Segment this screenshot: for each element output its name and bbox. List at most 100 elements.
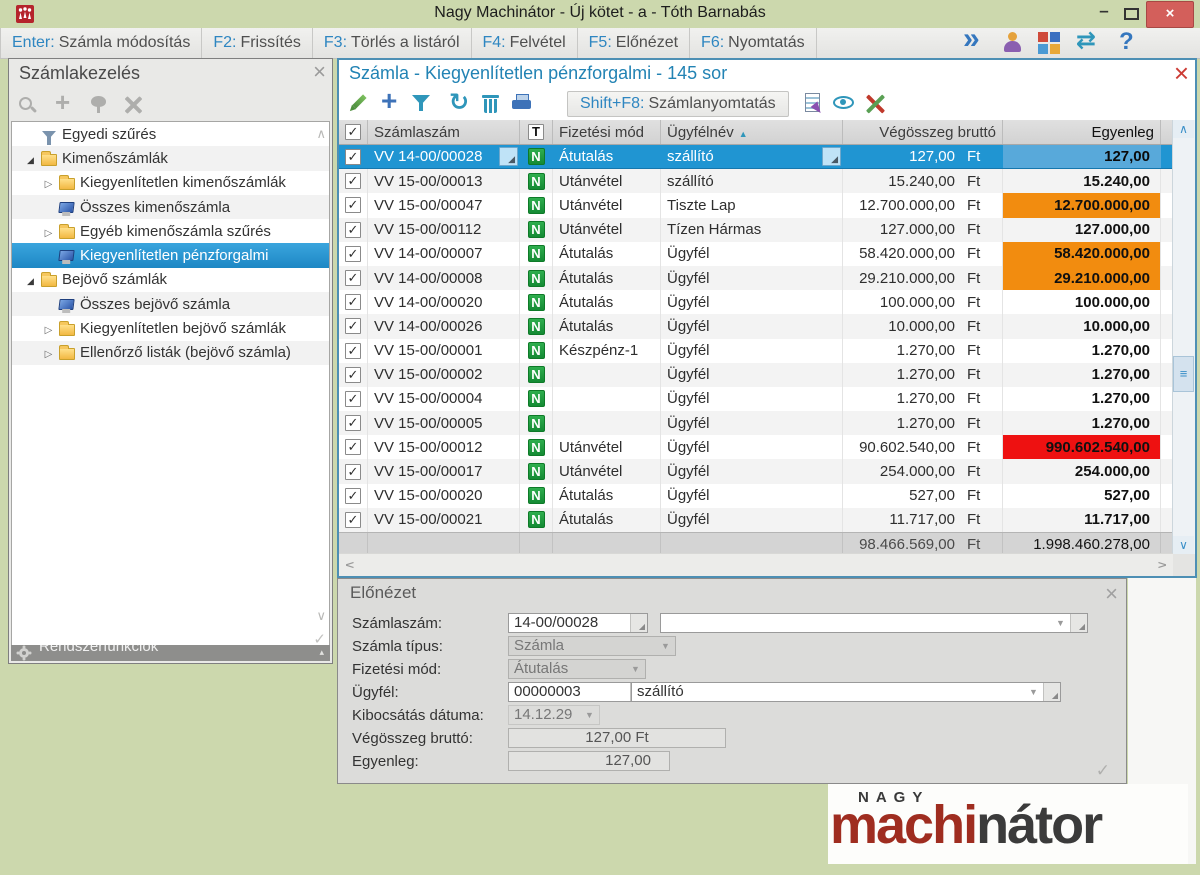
tree-scroll-up-icon[interactable]: ∧ (316, 126, 326, 142)
ugyfelnev-cell[interactable]: Ügyfél (661, 290, 843, 314)
szamlaszam-cell[interactable]: VV 14-00/00007 (368, 242, 520, 266)
dropdown-arrow-icon[interactable] (1025, 683, 1043, 701)
eye-icon[interactable] (832, 91, 858, 117)
fizetesi-mod-cell[interactable]: Utánvétel (553, 193, 661, 217)
add-icon[interactable] (52, 93, 76, 117)
refresh-icon[interactable] (447, 91, 473, 117)
row-checkbox[interactable] (345, 367, 361, 383)
function-button[interactable]: F2Frissítés (202, 28, 313, 58)
expander-closed-icon[interactable] (40, 320, 57, 337)
tree-icon[interactable] (87, 93, 111, 117)
fizetesi-mod-cell[interactable]: Utánvétel (553, 435, 661, 459)
delete-icon[interactable] (478, 91, 504, 117)
tools-off-icon[interactable] (863, 91, 889, 117)
table-row[interactable]: VV 15-00/00004NÜgyfél1.270,00Ft1.270,00 (339, 387, 1172, 411)
dropdown-corner-icon[interactable] (1070, 614, 1087, 632)
fizetesi-mod-cell[interactable]: Utánvétel (553, 218, 661, 242)
tree-item[interactable]: Összes kimenőszámla (12, 195, 329, 219)
szamlaszam-cell[interactable]: VV 14-00/00008 (368, 266, 520, 290)
table-row[interactable]: VV 15-00/00020NÁtutalásÜgyfél527,00Ft527… (339, 484, 1172, 508)
header-checkbox[interactable] (345, 124, 361, 140)
horizontal-scrollbar[interactable]: ∨ ∨ (339, 553, 1173, 576)
edit-icon[interactable] (347, 91, 373, 117)
expander-open-icon[interactable] (22, 271, 39, 288)
expander-closed-icon[interactable] (40, 174, 57, 191)
ugyfelnev-cell[interactable]: Ügyfél (661, 266, 843, 290)
search-icon[interactable] (17, 93, 41, 117)
fizetesi-mod-cell[interactable]: Átutalás (553, 145, 661, 168)
szamlaszam-cell[interactable]: VV 15-00/00047 (368, 193, 520, 217)
fizetesi-mod-select[interactable]: Átutalás (508, 659, 646, 679)
szamlaszam-cell[interactable]: VV 15-00/00004 (368, 387, 520, 411)
kibocsatas-datuma-select[interactable]: 14.12.29 (508, 705, 600, 725)
dropdown-arrow-icon[interactable] (657, 637, 675, 655)
print-icon[interactable] (509, 91, 535, 117)
header-vegosszeg[interactable]: Végösszeg bruttó (843, 120, 1003, 144)
fizetesi-mod-cell[interactable] (553, 411, 661, 435)
fizetesi-mod-cell[interactable]: Átutalás (553, 290, 661, 314)
ugyfelnev-cell[interactable]: Ügyfél (661, 363, 843, 387)
fizetesi-mod-cell[interactable]: Átutalás (553, 314, 661, 338)
ugyfelnev-cell[interactable]: Tízen Hármas (661, 218, 843, 242)
table-row[interactable]: VV 14-00/00028NÁtutalásszállító127,00Ft1… (339, 145, 1172, 169)
ugyfelnev-cell[interactable]: szállító (661, 169, 843, 193)
ugyfelnev-cell[interactable]: Ügyfél (661, 314, 843, 338)
ugyfel-code-input[interactable]: 00000003 (508, 682, 648, 702)
list-panel-close-icon[interactable]: × (1174, 60, 1189, 86)
header-egyenleg[interactable]: Egyenleg (1003, 120, 1161, 144)
tree-item[interactable]: Kiegyenlítetlen bejövő számlák (12, 316, 329, 340)
table-row[interactable]: VV 15-00/00012NUtánvételÜgyfél90.602.540… (339, 435, 1172, 459)
ugyfelnev-cell[interactable]: Ügyfél (661, 411, 843, 435)
function-button[interactable]: F6Nyomtatás (690, 28, 817, 58)
row-checkbox[interactable] (345, 415, 361, 431)
header-tipus[interactable]: T (520, 120, 553, 144)
szamla-tipus-select[interactable]: Számla (508, 636, 676, 656)
szamlaszam-name-combo[interactable] (660, 613, 1088, 633)
ugyfelnev-cell[interactable]: Ügyfél (661, 242, 843, 266)
ugyfel-name-combo[interactable]: szállító (631, 682, 1061, 702)
tools-icon[interactable] (122, 93, 146, 117)
header-ugyfelnev[interactable]: Ügyfélnév (661, 120, 843, 144)
szamlaszam-cell[interactable]: VV 15-00/00017 (368, 459, 520, 483)
sidebar-bottom-bar[interactable]: Rendszerfunkciók ▴ (11, 645, 330, 661)
ugyfelnev-cell[interactable]: Ügyfél (661, 387, 843, 411)
sidebar-close-icon[interactable]: × (313, 61, 326, 83)
table-row[interactable]: VV 14-00/00008NÁtutalásÜgyfél29.210.000,… (339, 266, 1172, 290)
app-grid-icon[interactable] (1038, 31, 1062, 55)
row-checkbox[interactable] (345, 197, 361, 213)
table-row[interactable]: VV 15-00/00112NUtánvételTízen Hármas127.… (339, 218, 1172, 242)
tree-item[interactable]: Bejövő számlák (12, 268, 329, 292)
szamlaszam-cell[interactable]: VV 15-00/00005 (368, 411, 520, 435)
swap-arrows-icon[interactable] (1076, 31, 1100, 55)
tree-scroll-down-icon[interactable]: ∨ (316, 608, 326, 624)
dropdown-corner-icon[interactable] (1043, 683, 1060, 701)
fizetesi-mod-cell[interactable]: Átutalás (553, 266, 661, 290)
row-checkbox[interactable] (345, 173, 361, 189)
table-row[interactable]: VV 15-00/00001NKészpénz-1Ügyfél1.270,00F… (339, 339, 1172, 363)
fizetesi-mod-cell[interactable]: Készpénz-1 (553, 339, 661, 363)
tree-item[interactable]: Összes bejövő számla (12, 292, 329, 316)
fizetesi-mod-cell[interactable]: Átutalás (553, 508, 661, 532)
scrollbar-thumb[interactable]: ≡ (1173, 356, 1194, 392)
scroll-right-icon[interactable]: ∨ (1153, 556, 1171, 574)
help-icon[interactable] (1114, 31, 1138, 55)
user-icon[interactable] (1000, 31, 1024, 55)
tree-item[interactable]: Kiegyenlítetlen kimenőszámlák (12, 171, 329, 195)
table-row[interactable]: VV 15-00/00017NUtánvételÜgyfél254.000,00… (339, 459, 1172, 483)
cell-dropdown-icon[interactable] (822, 147, 841, 166)
fizetesi-mod-cell[interactable]: Átutalás (553, 484, 661, 508)
szamlaszam-cell[interactable]: VV 15-00/00013 (368, 169, 520, 193)
filter-icon[interactable] (409, 91, 435, 117)
minimize-button[interactable]: – (1090, 0, 1118, 26)
scroll-left-icon[interactable]: ∨ (341, 556, 359, 574)
table-row[interactable]: VV 14-00/00026NÁtutalásÜgyfél10.000,00Ft… (339, 314, 1172, 338)
fizetesi-mod-cell[interactable] (553, 387, 661, 411)
row-checkbox[interactable] (345, 294, 361, 310)
row-checkbox[interactable] (345, 270, 361, 286)
ugyfelnev-cell[interactable]: Tiszte Lap (661, 193, 843, 217)
ugyfelnev-cell[interactable]: Ügyfél (661, 508, 843, 532)
szamlaszam-cell[interactable]: VV 15-00/00112 (368, 218, 520, 242)
row-checkbox[interactable] (345, 318, 361, 334)
maximize-button[interactable] (1124, 8, 1139, 20)
szamlaszam-cell[interactable]: VV 15-00/00021 (368, 508, 520, 532)
